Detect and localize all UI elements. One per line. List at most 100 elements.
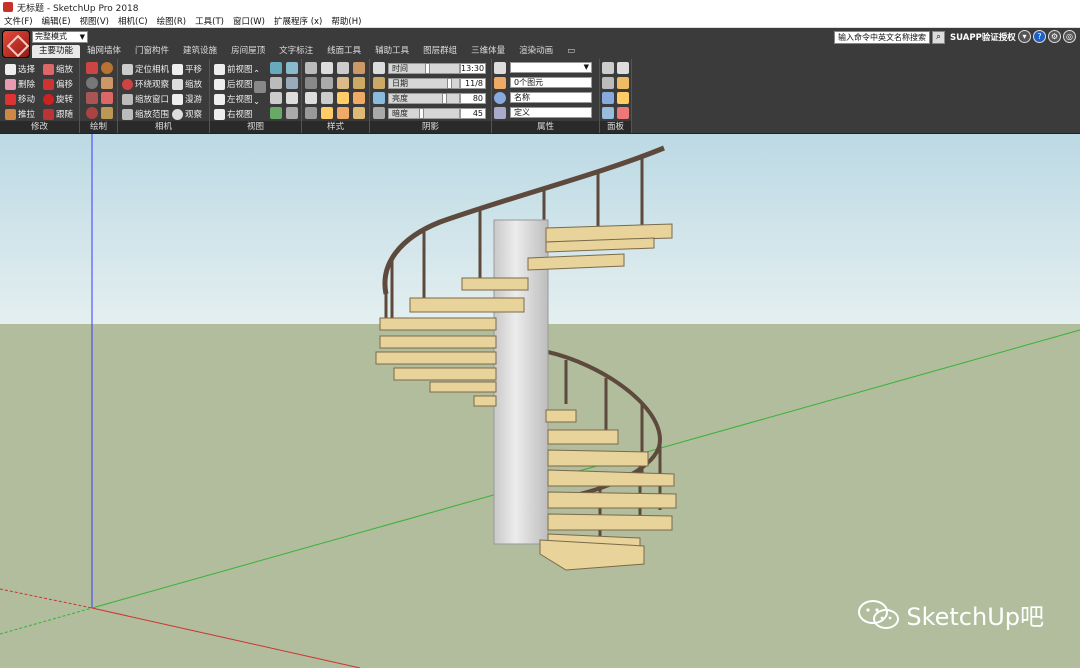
search-icon[interactable]: ⌕ (932, 31, 945, 44)
modeling-viewport[interactable]: SketchUp吧 (0, 134, 1080, 669)
protractor-icon[interactable] (286, 77, 298, 89)
materials-icon[interactable] (602, 77, 614, 89)
fog-icon[interactable] (305, 92, 317, 104)
definition-field[interactable]: 定义 (510, 107, 592, 118)
axes-icon[interactable] (270, 107, 282, 119)
tab-main[interactable]: 主要功能 (32, 45, 81, 58)
shadow-slider[interactable]: 暗度 (388, 107, 460, 119)
slider-knob[interactable] (447, 77, 452, 89)
select-tool[interactable]: 选择 (5, 62, 35, 76)
menu-help[interactable]: 帮助(H) (331, 15, 361, 27)
pencil-icon[interactable] (86, 62, 98, 74)
shaded-icon[interactable] (305, 77, 317, 89)
shadow-slider[interactable]: 日期 (388, 77, 460, 89)
tab-aux-tools[interactable]: 辅助工具 (368, 45, 416, 58)
menu-extensions[interactable]: 扩展程序 (x) (274, 15, 322, 27)
position-camera-tool[interactable]: 定位相机 (122, 62, 169, 76)
shadow-value-field[interactable]: 45 (460, 107, 486, 119)
scenes-icon[interactable] (617, 77, 629, 89)
tab-rooms-roofs[interactable]: 房间屋顶 (224, 45, 272, 58)
edges-icon[interactable] (321, 92, 333, 104)
walk-tool[interactable]: 漫游 (172, 92, 202, 106)
layer-icon[interactable] (494, 62, 506, 74)
layers-panel-icon[interactable] (617, 92, 629, 104)
tab-3d-massing[interactable]: 三维体量 (464, 45, 512, 58)
tab-text-dims[interactable]: 文字标注 (272, 45, 320, 58)
3d-text-icon[interactable] (286, 107, 298, 119)
color-icon[interactable] (353, 92, 365, 104)
menu-camera[interactable]: 相机(C) (118, 15, 148, 27)
box-icon[interactable] (305, 107, 317, 119)
box2-icon[interactable] (321, 107, 333, 119)
axis-icon[interactable] (270, 62, 282, 74)
text-icon[interactable] (286, 92, 298, 104)
layer-select[interactable]: ▼ (510, 62, 592, 73)
pie-icon[interactable] (86, 107, 98, 119)
section-icon[interactable] (286, 62, 298, 74)
offset-tool[interactable]: 偏移 (43, 77, 73, 91)
name-field[interactable]: 名称 (510, 92, 592, 103)
warehouse-icon[interactable] (617, 107, 629, 119)
suapp-auth-button[interactable]: SUAPP验证授权 (950, 31, 1016, 43)
menu-draw[interactable]: 绘图(R) (157, 15, 187, 27)
followme-tool[interactable]: 跟随 (43, 107, 73, 121)
rotate-tool[interactable]: 旋转 (43, 92, 73, 106)
pushpull-tool[interactable]: 推拉 (5, 107, 35, 121)
pan-tool[interactable]: 平移 (172, 62, 202, 76)
command-search-input[interactable]: 输入命令中英文名称搜索 (834, 31, 930, 44)
backedges-icon[interactable] (321, 62, 333, 74)
monochrome-icon[interactable] (337, 77, 349, 89)
left-view-button[interactable]: 左视图 (214, 92, 253, 106)
style-icon[interactable] (353, 77, 365, 89)
tab-more-icon[interactable]: ▭ (560, 45, 582, 58)
menu-tools[interactable]: 工具(T) (195, 15, 224, 27)
circle-icon[interactable] (101, 62, 113, 74)
front-view-button[interactable]: 前视图 (214, 62, 253, 76)
shadow-value-field[interactable]: 80 (460, 92, 486, 104)
help-icon[interactable]: ? (1033, 30, 1046, 43)
wireframe-icon[interactable] (337, 62, 349, 74)
chevron-up-icon[interactable]: ⌃ (253, 67, 260, 81)
zoom-extents-tool[interactable]: 缩放范围 (122, 107, 169, 121)
freehand-icon[interactable] (86, 92, 98, 104)
tab-layers-groups[interactable]: 图层群组 (416, 45, 464, 58)
menu-edit[interactable]: 编辑(E) (42, 15, 71, 27)
ribbon-mode-select[interactable]: 完整模式 ▼ (32, 31, 88, 43)
chevron-down-icon[interactable]: ⌄ (253, 95, 260, 109)
entity-icon[interactable] (494, 77, 506, 89)
dark-icon[interactable] (373, 107, 385, 119)
textured-icon[interactable] (321, 77, 333, 89)
slider-knob[interactable] (425, 62, 430, 74)
shadow-slider[interactable]: 亮度 (388, 92, 460, 104)
tab-doors-windows[interactable]: 门窗构件 (128, 45, 176, 58)
back-view-button[interactable]: 后视图 (214, 77, 253, 91)
move-tool[interactable]: 移动 (5, 92, 35, 106)
zoom-window-tool[interactable]: 缩放窗口 (122, 92, 169, 106)
look-around-tool[interactable]: 观察 (172, 107, 202, 121)
xray-icon[interactable] (305, 62, 317, 74)
tab-facilities[interactable]: 建筑设施 (176, 45, 224, 58)
zoom-tool[interactable]: 缩放 (172, 77, 202, 91)
shadow-toggle-icon[interactable] (373, 62, 385, 74)
menu-file[interactable]: 文件(F) (4, 15, 33, 27)
right-view-button[interactable]: 右视图 (214, 107, 253, 121)
gear-icon[interactable]: ⚙ (1048, 30, 1061, 43)
shadow-value-field[interactable]: 13:30 (460, 62, 486, 74)
box4-icon[interactable] (353, 107, 365, 119)
profile-icon[interactable] (337, 92, 349, 104)
erase-tool[interactable]: 删除 (5, 77, 35, 91)
name-icon[interactable] (494, 92, 506, 104)
scene-canvas[interactable] (0, 134, 1080, 669)
globe-icon[interactable]: ◎ (1063, 30, 1076, 43)
scale-tool[interactable]: 缩放 (43, 62, 73, 76)
entity-count-field[interactable]: 0个图元 (510, 77, 592, 88)
dimension-icon[interactable] (270, 92, 282, 104)
definition-icon[interactable] (494, 107, 506, 119)
shadow-slider[interactable]: 时间 (388, 62, 460, 74)
slider-knob[interactable] (419, 107, 424, 119)
iso-view-icon[interactable] (254, 81, 266, 93)
rectangle-icon[interactable] (101, 77, 113, 89)
components-icon[interactable] (617, 62, 629, 74)
info-icon[interactable] (602, 92, 614, 104)
tab-render-anim[interactable]: 渲染动画 (512, 45, 560, 58)
